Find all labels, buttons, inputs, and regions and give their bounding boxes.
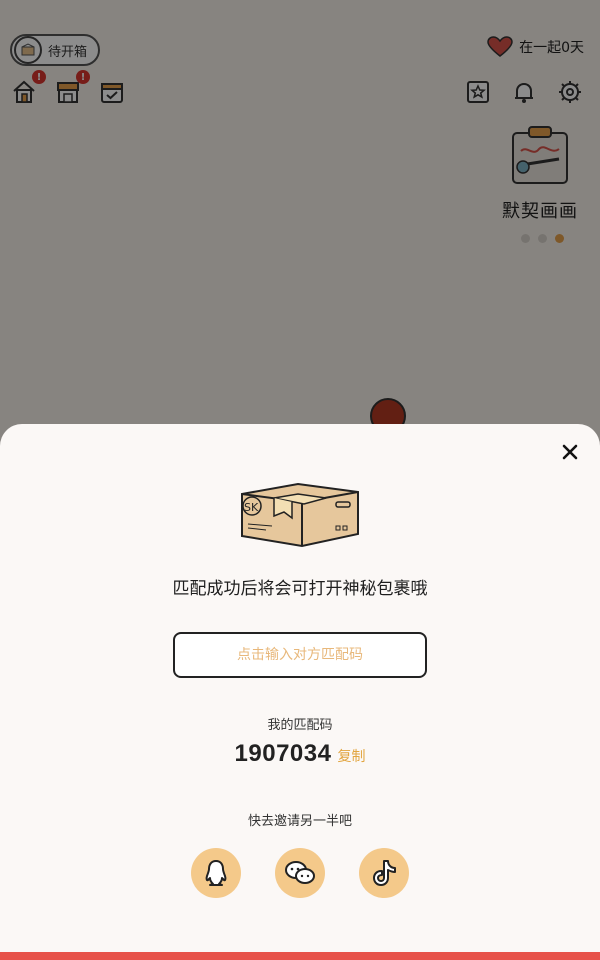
- share-qq-button[interactable]: [191, 848, 241, 898]
- modal-headline: 匹配成功后将会可打开神秘包裹哦: [172, 579, 428, 599]
- mystery-box-icon: SK: [241, 482, 359, 548]
- my-code-row: 1907034 复制: [0, 740, 600, 768]
- wechat-icon: [285, 861, 315, 884]
- close-button[interactable]: [558, 440, 582, 464]
- match-code-sheet: SK 匹配成功后将会可打开神秘包裹哦 我的匹配码 1907034 复制 快去邀请…: [0, 424, 600, 952]
- my-code-label: 我的匹配码: [267, 718, 333, 733]
- bottom-accent-bar: [0, 952, 600, 960]
- my-match-code: 1907034: [234, 740, 332, 767]
- share-wechat-button[interactable]: [275, 848, 325, 898]
- invite-label: 快去邀请另一半吧: [247, 814, 352, 829]
- share-douyin-button[interactable]: [359, 848, 409, 898]
- qq-icon: [205, 860, 227, 886]
- copy-code-button[interactable]: 复制: [337, 746, 365, 766]
- douyin-icon: [373, 860, 396, 886]
- box-label: SK: [244, 501, 259, 514]
- close-icon: [562, 444, 578, 460]
- partner-code-input[interactable]: [173, 632, 427, 678]
- share-buttons: [0, 848, 600, 898]
